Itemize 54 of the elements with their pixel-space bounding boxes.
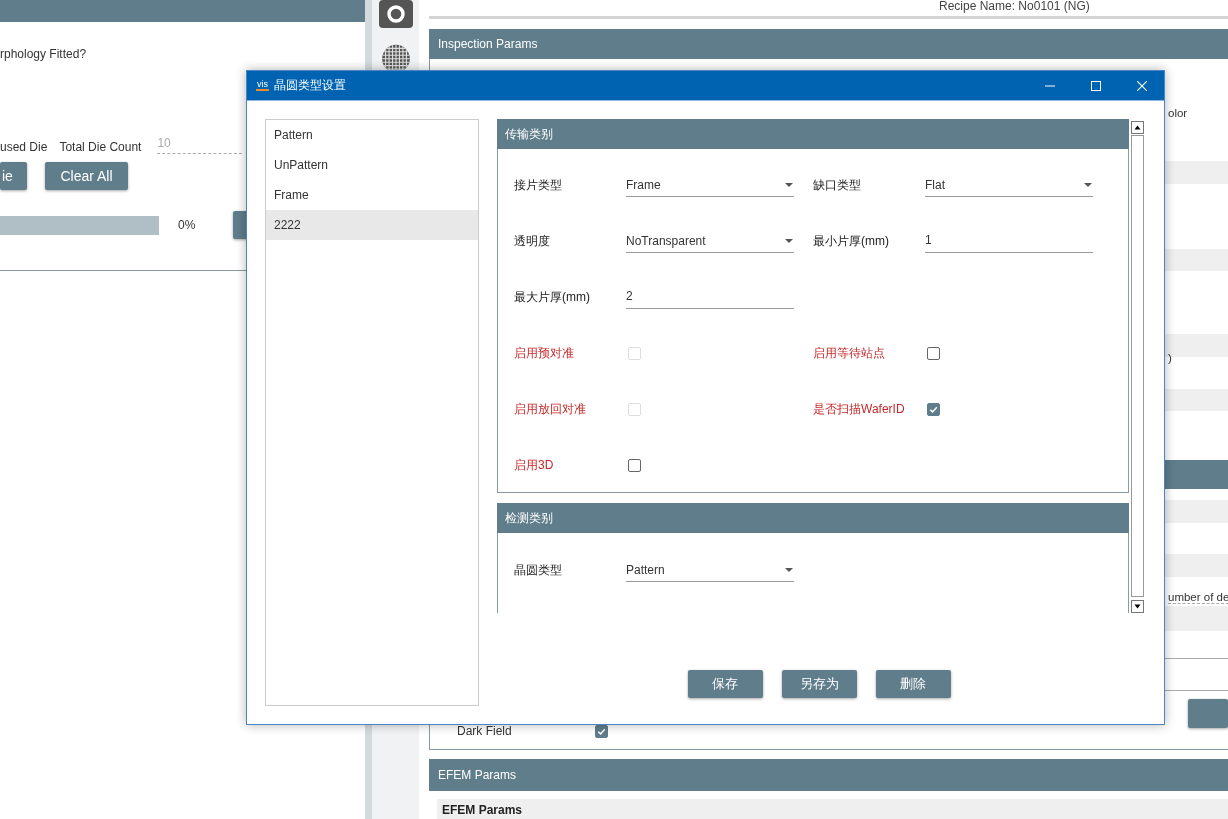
field-label: 最小片厚(mm) (813, 232, 890, 250)
progress-percent: 0% (178, 218, 197, 232)
field-label: 缺口类型 (813, 176, 862, 194)
color-label: olor (1168, 107, 1188, 119)
button[interactable] (1188, 699, 1228, 729)
number-label: umber of de (1168, 591, 1228, 605)
list-item[interactable]: Pattern (266, 120, 478, 150)
field-label: 晶圆类型 (514, 561, 563, 579)
total-die-count-label: Total Die Count (59, 140, 142, 154)
input-field[interactable]: 2 (626, 285, 794, 309)
field-label: 是否扫描WaferID (813, 400, 906, 418)
dialog-button[interactable]: 保存 (687, 670, 763, 698)
checkbox[interactable] (927, 402, 940, 416)
section-header: EFEM Params (429, 759, 1228, 791)
dropdown[interactable]: NoTransparent (626, 229, 794, 253)
checkbox[interactable] (628, 458, 641, 472)
scrollbar[interactable] (1130, 119, 1145, 613)
section-header: 传输类别 (497, 119, 1129, 149)
dropdown[interactable]: Pattern (626, 558, 794, 582)
subsection-header: EFEM Params (437, 799, 1228, 819)
question-label: rphology Fitted? (0, 47, 88, 63)
dialog-button[interactable]: 删除 (875, 670, 951, 698)
app-logo: vis (256, 80, 269, 91)
list-item[interactable]: Frame (266, 180, 478, 210)
camera-icon[interactable] (378, 0, 413, 28)
dropdown[interactable]: Flat (925, 173, 1093, 197)
section-header: Inspection Params (429, 29, 1228, 59)
unit-label: ) (1168, 352, 1172, 365)
field-label: 启用3D (514, 456, 555, 474)
caret-icon (1084, 182, 1092, 187)
list-item[interactable]: UnPattern (266, 150, 478, 180)
field-label: 启用等待站点 (813, 344, 886, 362)
field-label: 启用放回对准 (514, 400, 587, 418)
action-button[interactable]: ie (0, 162, 27, 190)
action-button[interactable]: Clear All (45, 162, 128, 190)
section-header: 检测类别 (497, 503, 1129, 533)
input-field[interactable]: 1 (925, 229, 1093, 253)
caret-icon (785, 238, 793, 243)
maximize-icon[interactable] (1091, 80, 1101, 91)
window-title: 晶圆类型设置 (274, 77, 346, 94)
list-item[interactable]: 2222 (266, 210, 478, 240)
field-label: 最大片厚(mm) (514, 288, 591, 306)
field-label: 透明度 (514, 232, 551, 250)
dark-field-label: Dark Field (457, 724, 513, 739)
checkbox[interactable] (927, 346, 940, 360)
used-die-label: used Die (0, 140, 48, 154)
field-label: 启用预对准 (514, 344, 575, 362)
recipe-name: Recipe Name: No0101 (NG) (938, 0, 1091, 15)
caret-icon (785, 567, 793, 572)
dialog-button[interactable]: 另存为 (781, 670, 857, 698)
field-label: 接片类型 (514, 176, 563, 194)
dropdown[interactable]: Frame (626, 173, 794, 197)
caret-icon (785, 182, 793, 187)
close-icon[interactable] (1137, 80, 1147, 91)
